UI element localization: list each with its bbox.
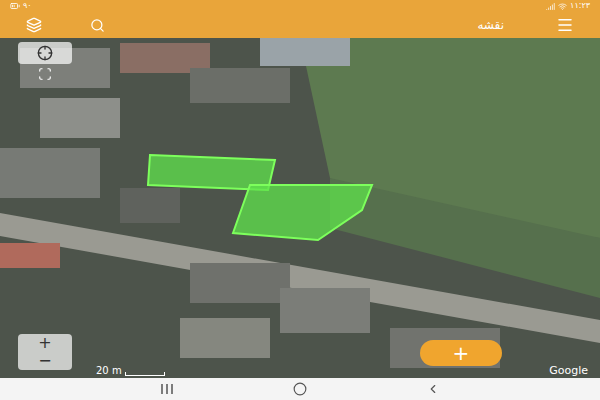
map-view[interactable]: +−20 m+Google — [0, 38, 600, 378]
app-title: نقشه — [477, 19, 504, 31]
search-icon[interactable] — [90, 18, 105, 33]
zoom-out-button[interactable]: − — [18, 352, 72, 370]
map-screen: ۹۰۱۱:۲۳نقشه+−20 m+Google — [0, 0, 600, 400]
back-icon[interactable] — [426, 382, 440, 396]
satellite-imagery — [0, 38, 600, 378]
layers-icon[interactable] — [26, 17, 42, 33]
signal-icon — [546, 2, 555, 11]
wifi-icon — [558, 2, 567, 11]
battery-icon — [10, 1, 20, 11]
locate-button[interactable] — [18, 42, 72, 64]
crosshair-icon — [37, 45, 53, 61]
zoom-control: +− — [18, 334, 72, 370]
status-bar: ۹۰ ۱۱:۲۳ — [0, 0, 600, 12]
app-bar: نقشه — [0, 12, 600, 38]
recent-apps-icon[interactable] — [160, 383, 174, 395]
clock: ۱۱:۲۳ — [570, 2, 590, 10]
menu-icon[interactable] — [556, 16, 574, 34]
scale-label: 20 m — [96, 366, 122, 376]
fullscreen-icon — [38, 67, 52, 81]
scale-bar: 20 m — [96, 366, 165, 376]
home-icon[interactable] — [293, 382, 307, 396]
zoom-in-button[interactable]: + — [18, 334, 72, 352]
battery-level: ۹۰ — [23, 2, 32, 10]
google-attribution: Google — [549, 365, 588, 376]
fab-add[interactable]: + — [420, 340, 502, 366]
navigation-bar — [0, 378, 600, 400]
fullscreen-button[interactable] — [18, 66, 72, 82]
